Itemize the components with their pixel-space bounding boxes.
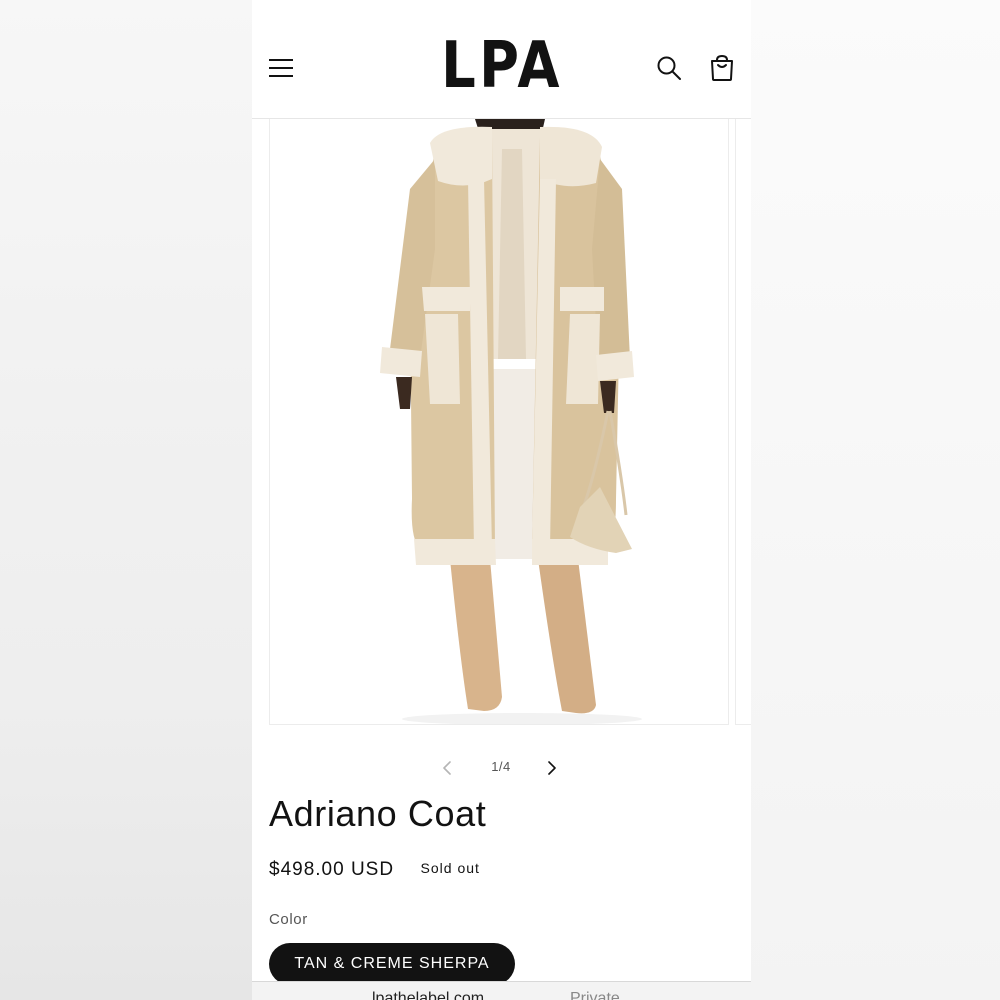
- product-title: Adriano Coat: [269, 793, 487, 834]
- hamburger-menu-icon[interactable]: [269, 56, 293, 80]
- product-price: $498.00 USD: [269, 859, 395, 880]
- sold-out-badge: Sold out: [420, 860, 480, 876]
- background-left: [0, 0, 252, 1000]
- shopping-bag-icon[interactable]: [709, 54, 735, 82]
- browser-bottom-bar: lpathelabel.com Private: [252, 981, 751, 1000]
- price-row: $498.00 USD Sold out: [269, 859, 480, 885]
- product-image[interactable]: [269, 119, 729, 725]
- mobile-page: LPA 1/4 Adriano Coat $498.00 USD Sold ou…: [252, 0, 751, 1000]
- next-slide-preview[interactable]: [735, 119, 751, 725]
- color-label: Color: [269, 911, 308, 928]
- color-option-button[interactable]: TAN & CREME SHERPA: [269, 943, 515, 985]
- product-gallery: [252, 119, 751, 726]
- brand-logo[interactable]: LPA: [426, 24, 579, 108]
- slide-counter: 1/4: [491, 759, 511, 774]
- private-mode-label[interactable]: Private: [570, 990, 620, 1000]
- site-header: LPA: [252, 0, 751, 119]
- chevron-right-icon[interactable]: [541, 758, 561, 778]
- product-photo: [380, 119, 642, 724]
- slider-controls: 1/4: [252, 752, 751, 784]
- chevron-left-icon[interactable]: [438, 758, 458, 778]
- background-right: [751, 0, 1000, 1000]
- browser-url[interactable]: lpathelabel.com: [372, 990, 484, 1000]
- search-icon[interactable]: [656, 55, 682, 81]
